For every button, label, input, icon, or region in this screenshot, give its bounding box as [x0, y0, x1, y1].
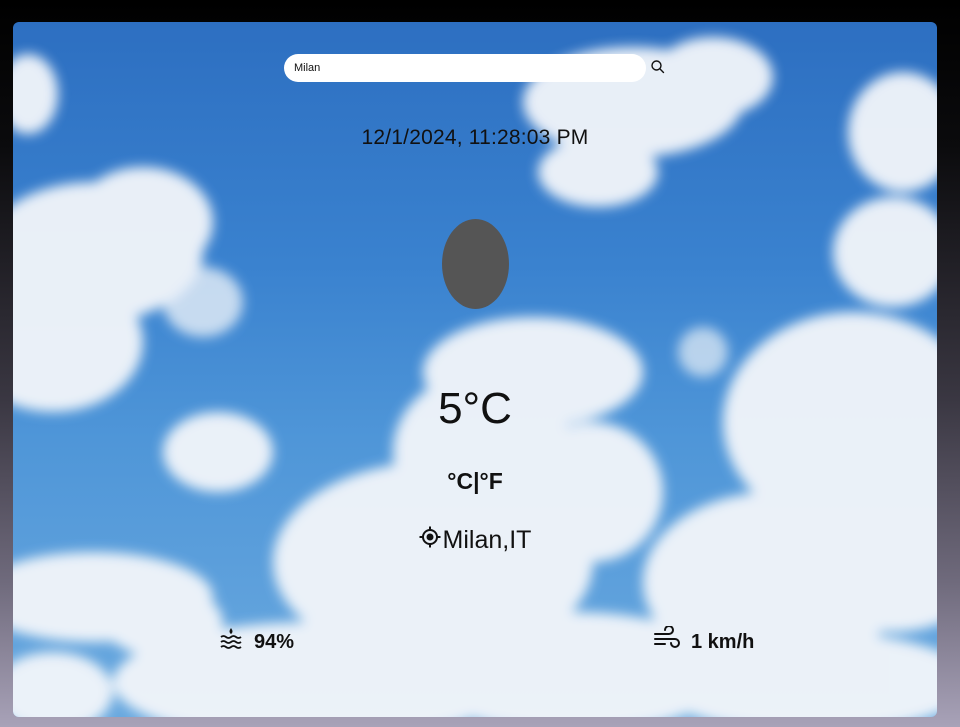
humidity-value: 94%: [254, 630, 295, 653]
celsius-button[interactable]: °C: [447, 468, 473, 494]
unit-toggle: °C|°F: [13, 468, 937, 495]
humidity-icon: [218, 626, 244, 658]
location-display: Milan,IT: [13, 526, 937, 555]
location-name: Milan,IT: [442, 526, 532, 554]
wind-icon: [653, 625, 681, 658]
weather-app-panel: 12/1/2024, 11:28:03 PM 5°C °C|°F Milan,I…: [13, 22, 937, 717]
wind-stat: 1 km/h: [653, 625, 755, 658]
fahrenheit-button[interactable]: °F: [480, 468, 503, 494]
search-bar: [284, 54, 668, 84]
date-time-display: 12/1/2024, 11:28:03 PM: [361, 126, 589, 149]
search-icon[interactable]: [649, 58, 667, 76]
weather-icon: [442, 219, 509, 309]
search-input[interactable]: [284, 54, 646, 82]
temperature-value: 5°C: [438, 384, 512, 433]
humidity-stat: 94%: [218, 626, 294, 658]
location-target-icon: [419, 526, 441, 555]
wind-value: 1 km/h: [691, 630, 755, 653]
